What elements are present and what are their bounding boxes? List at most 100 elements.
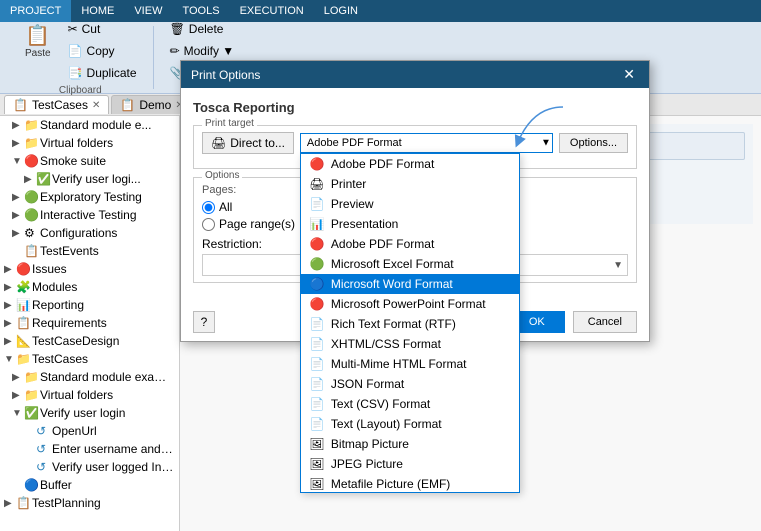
dialog-close-button[interactable]: ✕ [619, 66, 639, 83]
sidebar-item-test-events[interactable]: 📋 TestEvents [0, 242, 179, 260]
sidebar-item-modules[interactable]: ▶ 🧩 Modules [0, 278, 179, 296]
direct-to-button[interactable]: 🖨 Direct to... [202, 132, 294, 154]
sidebar-item-configurations[interactable]: ▶ ⚙ Configurations [0, 224, 179, 242]
modules-icon: 🧩 [16, 280, 32, 294]
delete-button[interactable]: 🗑 Delete [164, 19, 252, 39]
format-word[interactable]: 🔵 Microsoft Word Format [301, 274, 519, 294]
options-section-label: Options [202, 170, 242, 181]
sidebar-item-smoke-suite[interactable]: ▼ 🔴 Smoke suite [0, 152, 179, 170]
sidebar-item-standard-module[interactable]: ▶ 📁 Standard module e... [0, 116, 179, 134]
format-jpeg[interactable]: 🖼 JPEG Picture [301, 454, 519, 474]
format-text-layout[interactable]: 📄 Text (Layout) Format [301, 414, 519, 434]
arrow-configs: ▶ [12, 228, 24, 239]
std-ex-icon: 📁 [24, 370, 40, 384]
sidebar-item-issues[interactable]: ▶ 🔴 Issues [0, 260, 179, 278]
label-exploratory-testing: Exploratory Testing [40, 190, 175, 204]
arrow-modules: ▶ [4, 282, 16, 293]
tab-demo-label: Demo [139, 98, 171, 112]
sidebar-item-verify-login-2[interactable]: ▼ ✅ Verify user login [0, 404, 179, 422]
format-xhtml[interactable]: 📄 XHTML/CSS Format [301, 334, 519, 354]
small-ribbon-buttons: ✂ Cut 📄 Copy 📑 Duplicate [62, 19, 143, 83]
verify-icon: ✅ [36, 172, 52, 186]
reporting-icon: 📊 [16, 298, 32, 312]
arrow-vf2: ▶ [12, 390, 24, 401]
restriction-label: Restriction: [202, 237, 262, 251]
eu-icon: ↺ [36, 442, 52, 456]
cut-button[interactable]: ✂ Cut [62, 19, 143, 39]
paste-icon: 📋 [25, 23, 50, 48]
format-rtf[interactable]: 📄 Rich Text Format (RTF) [301, 314, 519, 334]
sidebar-item-enter-username[interactable]: ↺ Enter username and password [0, 440, 179, 458]
tab-testcases-close[interactable]: ✕ [92, 100, 100, 111]
sidebar-item-std-module-ex[interactable]: ▶ 📁 Standard module examples [0, 368, 179, 386]
arrow-interactive: ▶ [12, 210, 24, 221]
duplicate-label: Duplicate [87, 66, 137, 80]
exploratory-icon: 🟢 [24, 190, 40, 204]
label-tcd: TestCaseDesign [32, 334, 175, 348]
sidebar-item-open-url[interactable]: ↺ OpenUrl [0, 422, 179, 440]
arrow-verify: ▶ [24, 174, 36, 185]
cancel-button[interactable]: Cancel [573, 311, 637, 333]
sidebar-item-tcd[interactable]: ▶ 📐 TestCaseDesign [0, 332, 179, 350]
format-label: Rich Text Format (RTF) [331, 317, 456, 331]
sidebar-item-verify-logged-in[interactable]: ↺ Verify user logged In successfully [0, 458, 179, 476]
label-test-events: TestEvents [40, 244, 175, 258]
modify-button[interactable]: ✏ Modify ▼ [164, 41, 252, 61]
label-requirements: Requirements [32, 316, 175, 330]
format-dropdown-list[interactable]: 🔴 Adobe PDF Format 🖨 Printer 📄 Preview [300, 153, 520, 493]
sidebar-item-verify-user-login[interactable]: ▶ ✅ Verify user logi... [0, 170, 179, 188]
tp-icon: 📋 [16, 496, 32, 510]
info-button[interactable]: ? [193, 311, 215, 333]
format-printer[interactable]: 🖨 Printer [301, 174, 519, 194]
smoke-icon: 🔴 [24, 154, 40, 168]
sidebar-item-interactive-testing[interactable]: ▶ 🟢 Interactive Testing [0, 206, 179, 224]
sidebar-item-virtual-folders[interactable]: ▶ 📁 Virtual folders [0, 134, 179, 152]
format-preview[interactable]: 📄 Preview [301, 194, 519, 214]
format-adobe-pdf-2[interactable]: 🔴 Adobe PDF Format [301, 234, 519, 254]
clipboard-section: 📋 Paste ✂ Cut 📄 Copy 📑 Duplicate Clipboa… [8, 26, 154, 89]
sidebar-item-exploratory-testing[interactable]: ▶ 🟢 Exploratory Testing [0, 188, 179, 206]
duplicate-button[interactable]: 📑 Duplicate [62, 63, 143, 83]
arrow-vl2: ▼ [12, 408, 24, 419]
format-bitmap[interactable]: 🖼 Bitmap Picture [301, 434, 519, 454]
bmp-icon: 🖼 [309, 437, 325, 451]
arrow-exploratory: ▶ [12, 192, 24, 203]
tab-testcases-label: TestCases [32, 98, 88, 112]
format-ppt[interactable]: 🔴 Microsoft PowerPoint Format [301, 294, 519, 314]
all-radio[interactable] [202, 201, 215, 214]
page-range-radio[interactable] [202, 218, 215, 231]
label-issues: Issues [32, 262, 175, 276]
menu-login[interactable]: LOGIN [314, 0, 368, 22]
label-smoke-suite: Smoke suite [40, 154, 175, 168]
arrow-smoke-suite: ▼ [12, 156, 24, 167]
format-excel[interactable]: 🟢 Microsoft Excel Format [301, 254, 519, 274]
sidebar-item-requirements[interactable]: ▶ 📋 Requirements [0, 314, 179, 332]
format-emf[interactable]: 🖼 Metafile Picture (EMF) [301, 474, 519, 493]
label-verify: Verify user logi... [52, 172, 175, 186]
arrow-testcases-root: ▼ [4, 354, 16, 365]
cut-label: Cut [82, 22, 101, 36]
sidebar-item-test-planning[interactable]: ▶ 📋 TestPlanning [0, 494, 179, 512]
printer-icon: 🖨 [309, 177, 325, 191]
format-label: Text (CSV) Format [331, 397, 430, 411]
format-presentation[interactable]: 📊 Presentation [301, 214, 519, 234]
format-json[interactable]: 📄 JSON Format [301, 374, 519, 394]
format-mime-html[interactable]: 📄 Multi-Mime HTML Format [301, 354, 519, 374]
txt-icon: 📄 [309, 417, 325, 431]
sidebar-item-reporting[interactable]: ▶ 📊 Reporting [0, 296, 179, 314]
copy-button[interactable]: 📄 Copy [62, 41, 143, 61]
label-virtual-folders: Virtual folders [40, 136, 175, 150]
sidebar-item-virtual-folders-2[interactable]: ▶ 📁 Virtual folders [0, 386, 179, 404]
tab-testcases[interactable]: 📋 TestCases ✕ [4, 95, 109, 114]
modify-label: Modify ▼ [184, 44, 235, 58]
format-csv[interactable]: 📄 Text (CSV) Format [301, 394, 519, 414]
label-standard-module: Standard module e... [40, 118, 175, 132]
format-adobe-pdf-1[interactable]: 🔴 Adobe PDF Format [301, 154, 519, 174]
label-reporting: Reporting [32, 298, 175, 312]
sidebar-item-buffer[interactable]: 🔵 Buffer [0, 476, 179, 494]
paste-button[interactable]: 📋 Paste [18, 19, 58, 83]
label-buffer: Buffer [40, 478, 175, 492]
sidebar-item-testcases-root[interactable]: ▼ 📁 TestCases [0, 350, 179, 368]
format-label: JSON Format [331, 377, 404, 391]
arrow-annotation [503, 102, 573, 152]
